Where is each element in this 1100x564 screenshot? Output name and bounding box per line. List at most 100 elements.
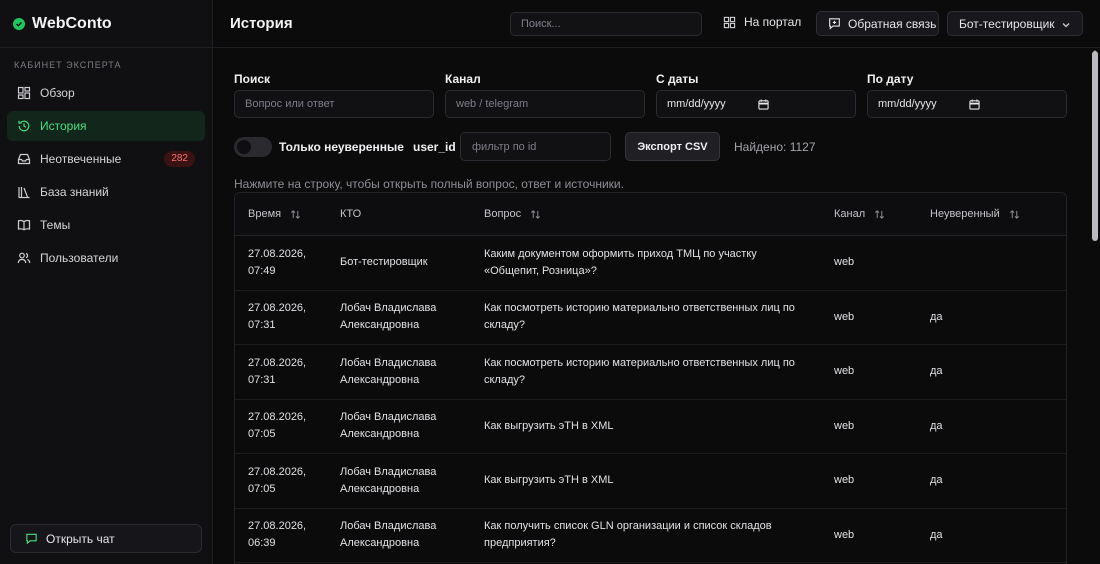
- uncertain-only-toggle[interactable]: [234, 137, 272, 157]
- chevron-down-icon: [1062, 23, 1070, 28]
- cell-channel: web: [834, 256, 855, 269]
- sidebar-item-label: Пользователи: [40, 251, 119, 265]
- sidebar-item-users[interactable]: Пользователи: [7, 243, 205, 273]
- sidebar-item-knowledge-base[interactable]: База знаний: [7, 177, 205, 207]
- sidebar-item-unanswered[interactable]: Неотвеченные 282: [7, 144, 205, 174]
- cell-channel: web: [834, 528, 855, 541]
- brand-logo-icon: [13, 17, 25, 30]
- cell-time: 27.08.2026, 07:05: [248, 465, 307, 495]
- sidebar: WebConto КАБИНЕТ ЭКСПЕРТА Обзор История: [0, 0, 213, 564]
- cell-time: 27.08.2026, 07:49: [248, 247, 307, 277]
- table-row[interactable]: 27.08.2026, 07:05 Лобач Владислава Алексан…: [235, 400, 1066, 454]
- sidebar-item-history[interactable]: История: [7, 111, 205, 141]
- filters: Поиск Вопрос или ответ Канал web / teleg…: [234, 48, 1067, 128]
- feedback-label: Обратная связь: [848, 16, 937, 31]
- date-to-value: mm/dd/yyyy: [878, 98, 937, 110]
- export-csv-button[interactable]: Экспорт CSV: [625, 132, 720, 161]
- history-content: Поиск Вопрос или ответ Канал web / teleg…: [234, 48, 1067, 564]
- book-icon: [17, 218, 31, 232]
- column-header-label: Канал: [834, 208, 866, 220]
- cell-who: Лобач Владислава Александровна: [340, 411, 437, 441]
- found-count: Найдено: 1127: [734, 140, 816, 154]
- sort-icon[interactable]: [530, 209, 541, 220]
- cell-question: Как получить список GLN организации и сп…: [484, 520, 772, 550]
- cell-who: Лобач Владислава Александровна: [340, 356, 437, 386]
- library-icon: [17, 185, 31, 199]
- cell-time: 27.08.2026, 07:31: [248, 356, 307, 386]
- column-header-time[interactable]: Время: [235, 208, 340, 220]
- user-name: Бот-тестировщик: [959, 16, 1055, 31]
- filter-date-to: По дату mm/dd/yyyy: [867, 72, 1067, 118]
- cell-question: Как выгрузить эТН в XML: [484, 419, 614, 432]
- channel-input[interactable]: web / telegram: [445, 90, 645, 118]
- sidebar-item-overview[interactable]: Обзор: [7, 78, 205, 108]
- cell-time: 27.08.2026, 07:05: [248, 411, 307, 441]
- filter-search: Поиск Вопрос или ответ: [234, 72, 434, 118]
- sort-icon[interactable]: [874, 209, 885, 220]
- page-scrollbar[interactable]: [1092, 51, 1098, 241]
- cell-channel: web: [834, 365, 855, 378]
- cell-uncertain: да: [930, 474, 943, 487]
- cell-channel: web: [834, 310, 855, 323]
- date-to-input[interactable]: mm/dd/yyyy: [867, 90, 1067, 118]
- inbox-icon: [17, 152, 31, 166]
- sidebar-nav: Обзор История Неотвеченные 282 База знан…: [0, 78, 212, 273]
- cell-uncertain: да: [930, 365, 943, 378]
- brand[interactable]: WebConto: [0, 0, 212, 48]
- user-id-input[interactable]: фильтр по id: [460, 132, 611, 161]
- cell-question: Как посмотреть историю материально ответ…: [484, 356, 795, 386]
- cell-who: Лобач Владислава Александровна: [340, 302, 437, 332]
- sidebar-item-topics[interactable]: Темы: [7, 210, 205, 240]
- chat-icon: [26, 533, 37, 545]
- cell-who: Бот-тестировщик: [340, 256, 428, 269]
- cell-who: Лобач Владислава Александровна: [340, 520, 437, 550]
- open-chat-button[interactable]: Открыть чат: [10, 524, 202, 553]
- uncertain-only-label: Только неуверенные: [279, 140, 404, 154]
- grid-icon: [723, 16, 736, 28]
- sort-icon[interactable]: [1009, 209, 1020, 220]
- table-row[interactable]: 27.08.2026, 07:31 Лобач Владислава Алексан…: [235, 345, 1066, 400]
- topbar: История На портал Обратная связь Бот-тес…: [213, 0, 1100, 48]
- portal-link[interactable]: На портал: [723, 15, 801, 29]
- filter-search-label: Поиск: [234, 72, 271, 86]
- user-select[interactable]: Бот-тестировщик: [947, 11, 1083, 36]
- cell-question: Каким документом оформить приход ТМЦ по …: [484, 247, 757, 277]
- cell-uncertain: да: [930, 419, 943, 432]
- sort-icon[interactable]: [290, 209, 301, 220]
- feedback-button[interactable]: Обратная связь: [816, 11, 939, 36]
- column-header-channel[interactable]: Канал: [834, 208, 930, 220]
- cell-channel: web: [834, 419, 855, 432]
- table-row[interactable]: 27.08.2026, 06:39 Лобач Владислава Алексан…: [235, 509, 1066, 563]
- filter-channel: Канал web / telegram: [445, 72, 645, 118]
- users-icon: [17, 251, 31, 265]
- open-chat-label: Открыть чат: [46, 531, 115, 546]
- history-table: Время КТО Вопрос Канал Неуверенный 27.08…: [234, 192, 1067, 564]
- portal-label: На портал: [744, 15, 802, 29]
- toggle-knob: [237, 140, 251, 154]
- cell-time: 27.08.2026, 07:31: [248, 302, 307, 332]
- sidebar-item-label: История: [40, 119, 87, 133]
- filter-date-from: С даты mm/dd/yyyy: [656, 72, 856, 118]
- filter-channel-label: Канал: [445, 72, 481, 86]
- date-from-input[interactable]: mm/dd/yyyy: [656, 90, 856, 118]
- main-content: История На портал Обратная связь Бот-тес…: [213, 0, 1100, 564]
- column-header-question[interactable]: Вопрос: [484, 208, 834, 220]
- cell-time: 27.08.2026, 06:39: [248, 520, 307, 550]
- filter-date-to-label: По дату: [867, 72, 914, 86]
- table-row[interactable]: 27.08.2026, 07:31 Лобач Владислава Алексан…: [235, 291, 1066, 345]
- column-header-uncertain[interactable]: Неуверенный: [930, 208, 1060, 220]
- table-row[interactable]: 27.08.2026, 07:05 Лобач Владислава Алексан…: [235, 454, 1066, 509]
- cell-question: Как посмотреть историю материально ответ…: [484, 302, 795, 332]
- cell-who: Лобач Владислава Александровна: [340, 465, 437, 495]
- search-query-input[interactable]: Вопрос или ответ: [234, 90, 434, 118]
- table-row[interactable]: 27.08.2026, 07:49 Бот-тестировщик Каким д…: [235, 236, 1066, 291]
- calendar-icon[interactable]: [969, 99, 980, 110]
- search-input[interactable]: [510, 12, 702, 36]
- sidebar-item-label: База знаний: [40, 185, 109, 199]
- user-id-label: user_id: [413, 140, 456, 154]
- calendar-icon[interactable]: [758, 99, 769, 110]
- cell-uncertain: да: [930, 528, 943, 541]
- sidebar-item-label: Неотвеченные: [40, 152, 122, 166]
- table-hint: Нажмите на строку, чтобы открыть полный …: [234, 177, 624, 191]
- column-header-who: КТО: [340, 208, 484, 220]
